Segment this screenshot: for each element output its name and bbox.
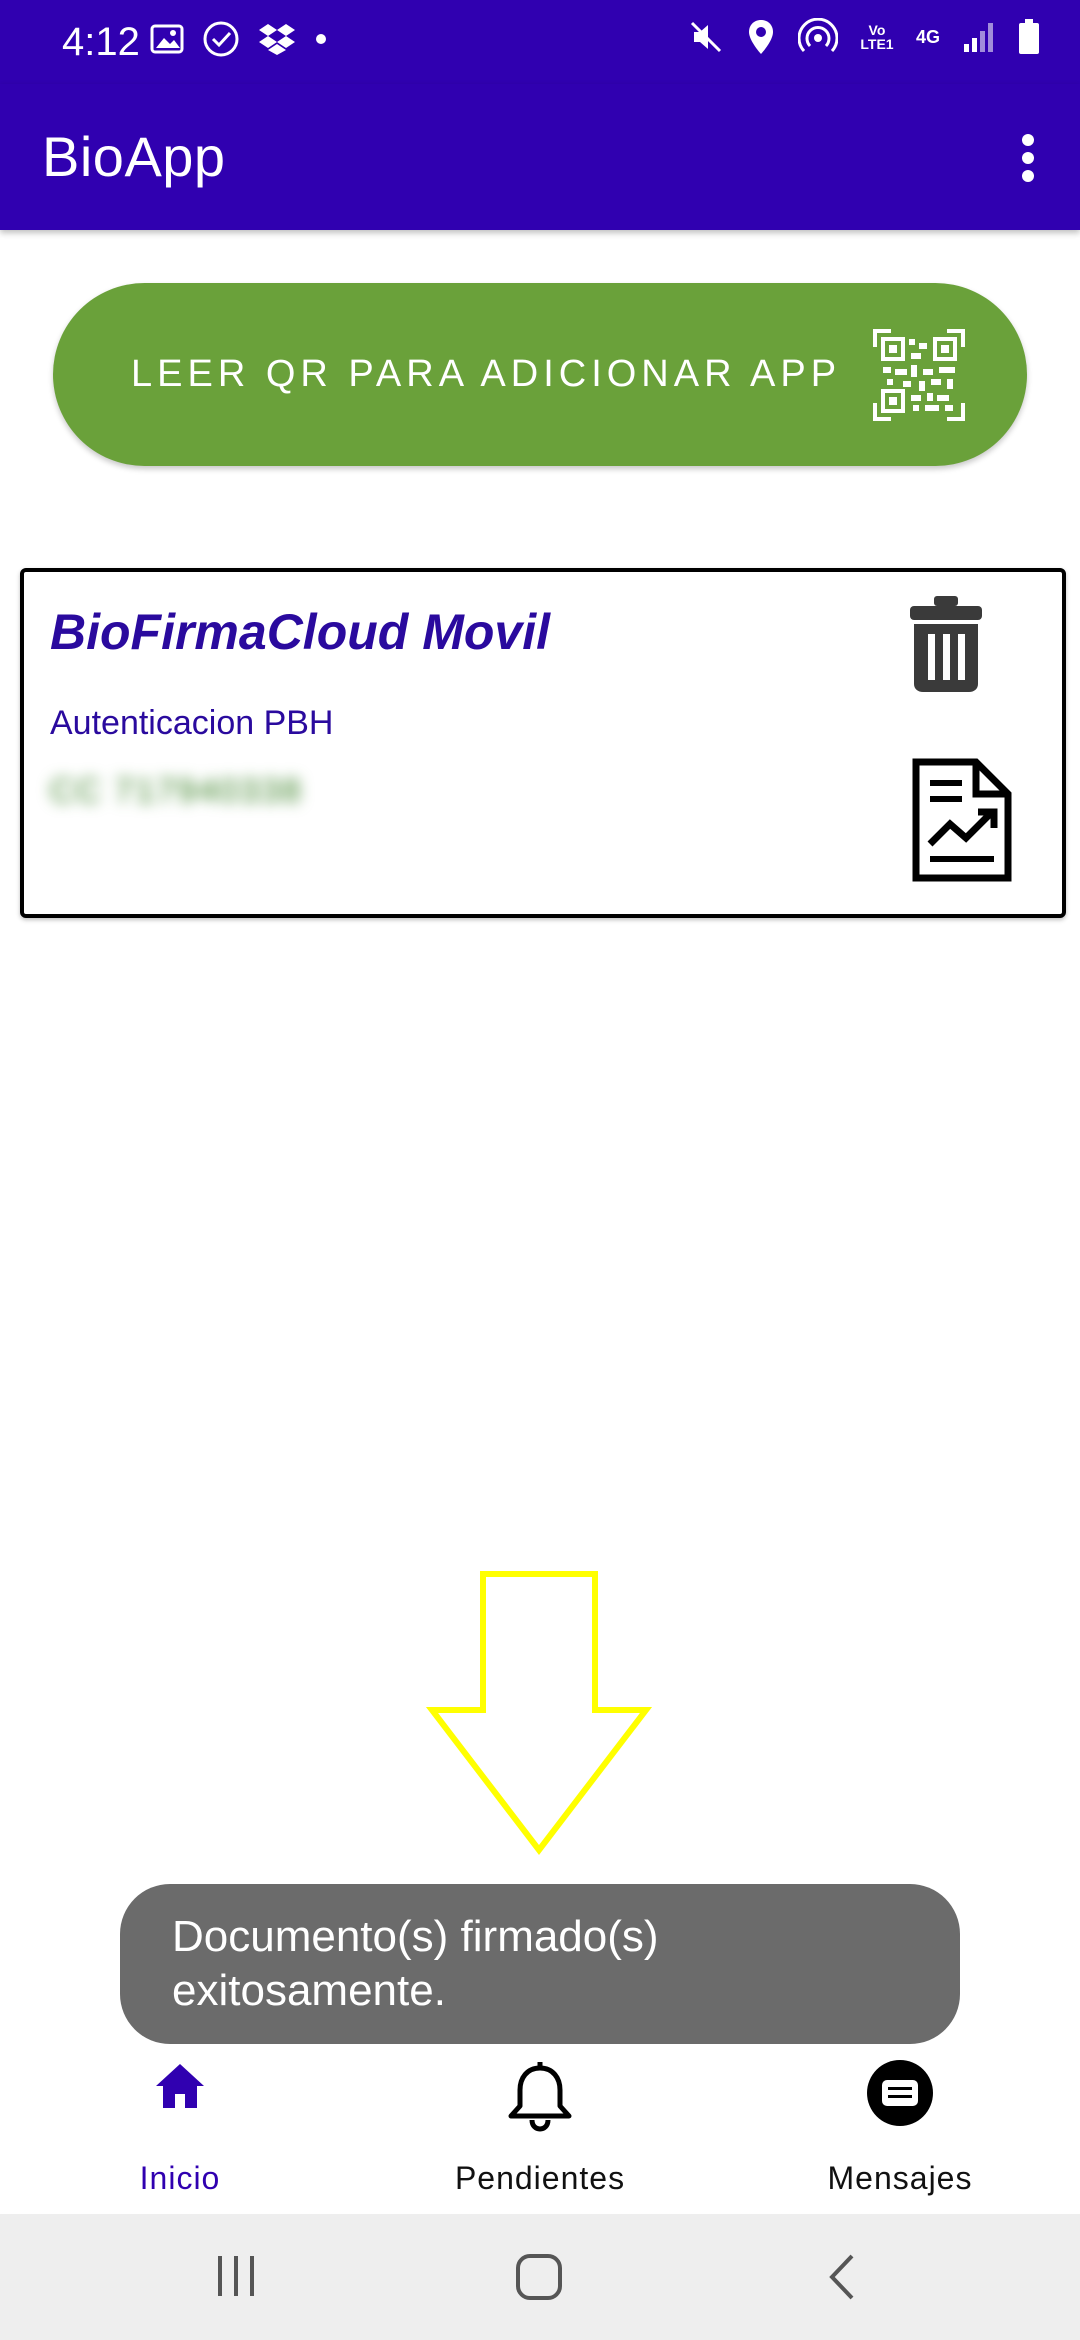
status-bar: 4:12 Vo LTE1 4G: [0, 0, 1080, 84]
hotspot-icon: [797, 18, 838, 53]
bell-icon: [508, 2062, 572, 2132]
dropbox-icon: [259, 24, 295, 55]
nav-label-mensajes: Mensajes: [827, 2160, 973, 2196]
system-navigation-bar: [0, 2214, 1080, 2340]
app-title: BioApp: [42, 125, 226, 188]
report-icon[interactable]: [912, 758, 1012, 882]
nav-item-inicio[interactable]: Inicio: [30, 2044, 330, 2214]
check-circle-icon: [203, 21, 239, 57]
nav-item-mensajes[interactable]: Mensajes: [750, 2044, 1050, 2214]
nav-label-inicio: Inicio: [139, 2160, 221, 2196]
card-title: BioFirmaCloud Movil: [50, 604, 550, 660]
read-qr-button-label: LEER QR PARA ADICIONAR APP: [131, 353, 842, 395]
app-bar: BioApp: [0, 84, 1080, 230]
qr-code-icon: [873, 329, 965, 421]
toast-message: Documento(s) firmado(s) exitosamente.: [120, 1884, 960, 2044]
nav-label-pendientes: Pendientes: [454, 2160, 626, 2196]
gallery-icon: [150, 24, 184, 54]
read-qr-button[interactable]: LEER QR PARA ADICIONAR APP: [53, 283, 1027, 466]
volte-icon: Vo LTE1: [860, 22, 894, 52]
more-vert-icon[interactable]: [1006, 128, 1050, 188]
dot-icon: [316, 34, 326, 44]
mute-icon: [690, 21, 722, 53]
location-icon: [748, 20, 773, 54]
status-time: 4:12: [62, 20, 140, 64]
bottom-navigation: Inicio Pendientes Mensajes: [0, 2044, 1080, 2214]
status-right-icons: Vo LTE1 4G: [688, 18, 1040, 56]
battery-icon: [1019, 19, 1039, 54]
message-icon: [867, 2060, 933, 2126]
recents-icon[interactable]: [216, 2252, 256, 2300]
card-subtitle: Autenticacion PBH: [50, 704, 334, 742]
home-icon: [156, 2064, 204, 2108]
app-card[interactable]: BioFirmaCloud Movil Autenticacion PBH CC…: [20, 568, 1066, 918]
nav-item-pendientes[interactable]: Pendientes: [390, 2044, 690, 2214]
annotation-arrow-down-icon: [425, 1571, 653, 1855]
home-circle-icon[interactable]: [514, 2252, 564, 2302]
back-icon[interactable]: [824, 2252, 858, 2302]
network-4g-icon: 4G: [915, 27, 940, 47]
status-left-icons: [150, 20, 328, 58]
signal-icon: [964, 23, 993, 52]
card-redacted-id: CC 717940338: [50, 772, 303, 810]
trash-icon[interactable]: [908, 594, 984, 694]
